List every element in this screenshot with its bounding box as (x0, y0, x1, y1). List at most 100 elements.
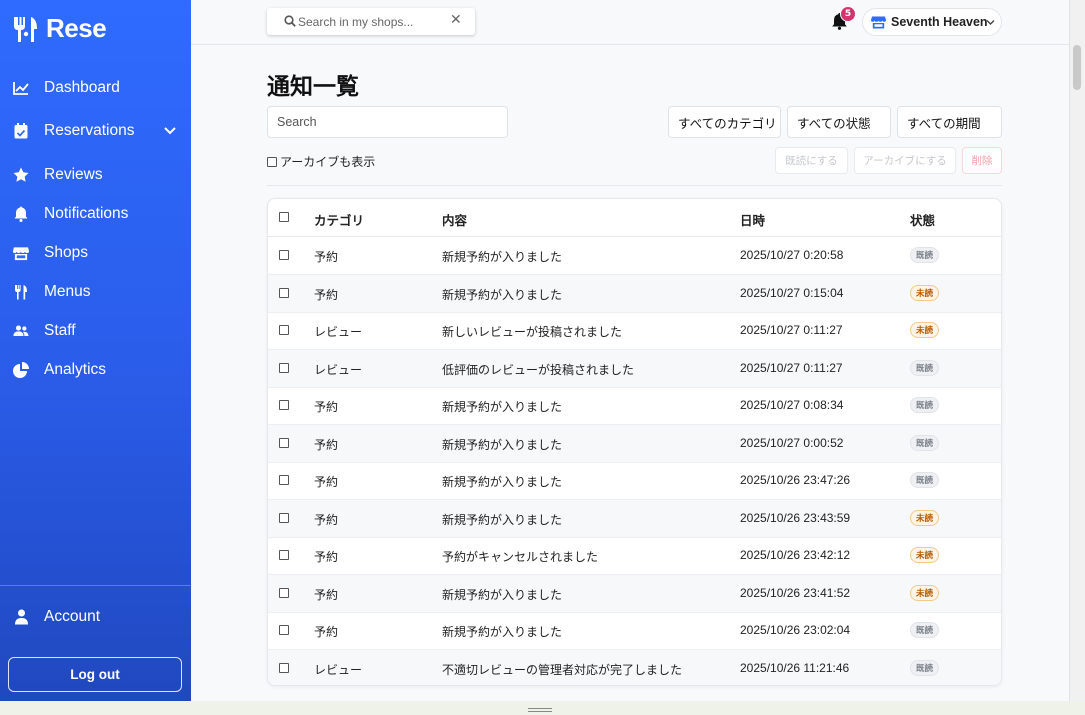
row-checkbox[interactable] (279, 662, 289, 673)
show-archived-toggle[interactable]: アーカイブも表示 (267, 153, 375, 170)
cell-datetime: 2025/10/27 0:00:52 (740, 435, 844, 450)
vertical-scrollbar[interactable] (1069, 0, 1085, 701)
cell-content: 新しいレビューが投稿されました (442, 325, 623, 339)
divider (267, 185, 1002, 186)
row-checkbox[interactable] (279, 587, 289, 598)
brand-name: Rese (46, 13, 107, 43)
notifications-table: カテゴリ 内容 日時 状態 予約 新規予約が入りました 2025/10/27 0:2… (267, 198, 1002, 686)
cell-content: 新規予約が入りました (442, 475, 563, 489)
cell-content: 新規予約が入りました (442, 437, 563, 452)
notification-search-input[interactable] (267, 106, 508, 138)
table-row[interactable]: 予約 新規予約が入りました 2025/10/27 0:00:52 既読 (268, 424, 1001, 463)
sidebar-item-label: Shops (44, 244, 88, 261)
column-header-category[interactable]: カテゴリ (314, 210, 364, 229)
cell-content: 新規予約が入りました (442, 512, 563, 527)
sidebar-item-account[interactable]: Account (0, 602, 191, 632)
logout-button[interactable]: Log out (8, 657, 182, 692)
select-all-checkbox[interactable] (279, 212, 289, 222)
cell-datetime: 2025/10/27 0:20:58 (740, 248, 844, 262)
table-row[interactable]: 予約 予約がキャンセルされました 2025/10/26 23:42:12 未読 (268, 537, 1001, 575)
sidebar-item-label: Dashboard (44, 79, 120, 96)
cell-datetime: 2025/10/26 23:41:52 (740, 585, 851, 600)
sidebar-item-label: Analytics (44, 361, 107, 378)
show-archived-checkbox[interactable] (267, 156, 277, 167)
status-badge: 既読 (910, 472, 940, 488)
sidebar-item-menus[interactable]: Menus (0, 277, 191, 307)
status-badge: 既読 (910, 659, 940, 676)
category-filter-select[interactable]: すべてのカテゴリ (668, 106, 781, 138)
brand[interactable]: Rese (12, 13, 107, 44)
row-checkbox[interactable] (279, 475, 289, 485)
sidebar-item-label: Reviews (44, 166, 103, 183)
shop-search-box[interactable]: ✕ (267, 8, 475, 35)
cell-content: 低評価のレビューが投稿されました (442, 362, 635, 377)
row-checkbox[interactable] (279, 250, 289, 260)
period-filter-select[interactable]: すべての期間 (897, 106, 1002, 138)
shop-search-input[interactable] (298, 13, 443, 30)
column-header-status[interactable]: 状態 (910, 210, 935, 229)
row-checkbox[interactable] (279, 437, 289, 448)
sidebar-item-label: Reservations (44, 122, 135, 139)
users-icon (13, 323, 29, 339)
sidebar-item-staff[interactable]: Staff (0, 316, 191, 346)
pie-chart-icon (13, 362, 29, 378)
status-filter-select[interactable]: すべての状態 (787, 106, 891, 138)
selected-shop-name: Seventh Heaven (891, 15, 988, 29)
delete-button[interactable]: 削除 (962, 147, 1002, 174)
table-row[interactable]: レビュー 不適切レビューの管理者対応が完了しました 2025/10/26 11:21… (268, 649, 1001, 685)
table-header: カテゴリ 内容 日時 状態 (268, 199, 1001, 237)
show-archived-label: アーカイブも表示 (280, 155, 376, 169)
column-header-content[interactable]: 内容 (442, 210, 467, 229)
cell-category: 予約 (314, 625, 339, 639)
row-checkbox[interactable] (279, 512, 289, 523)
main-content: ✕ 5 Seventh Heaven 通知一覧 すべてのカテゴリ すべての状態 … (191, 0, 1069, 701)
row-checkbox[interactable] (279, 325, 289, 335)
sidebar: Rese Dashboard Reservations Reviews Noti… (0, 0, 191, 701)
mark-read-button[interactable]: 既読にする (775, 147, 848, 174)
table-row[interactable]: 予約 新規予約が入りました 2025/10/27 0:15:04 未読 (268, 274, 1001, 313)
table-row[interactable]: 予約 新規予約が入りました 2025/10/26 23:02:04 既読 (268, 612, 1001, 650)
row-checkbox[interactable] (279, 287, 289, 298)
cell-category: レビュー (314, 362, 363, 377)
table-row[interactable]: レビュー 低評価のレビューが投稿されました 2025/10/27 0:11:27 既読 (268, 349, 1001, 388)
sidebar-item-analytics[interactable]: Analytics (0, 355, 191, 385)
column-header-datetime[interactable]: 日時 (740, 210, 765, 229)
sidebar-item-reservations[interactable]: Reservations (0, 116, 191, 146)
sidebar-item-shops[interactable]: Shops (0, 238, 191, 268)
row-checkbox[interactable] (279, 400, 289, 410)
sidebar-item-reviews[interactable]: Reviews (0, 160, 191, 190)
cell-datetime: 2025/10/27 0:11:27 (740, 360, 843, 375)
resize-grip-icon[interactable] (528, 708, 552, 714)
topbar: ✕ 5 Seventh Heaven (191, 0, 1069, 45)
cell-category: 予約 (314, 475, 339, 489)
cell-content: 新規予約が入りました (442, 625, 563, 639)
table-row[interactable]: 予約 新規予約が入りました 2025/10/26 23:43:59 未読 (268, 499, 1001, 538)
cell-category: 予約 (314, 587, 339, 602)
row-checkbox[interactable] (279, 550, 289, 560)
scrollbar-thumb[interactable] (1073, 45, 1081, 90)
table-row[interactable]: レビュー 新しいレビューが投稿されました 2025/10/27 0:11:27 未読 (268, 312, 1001, 350)
table-row[interactable]: 予約 新規予約が入りました 2025/10/27 0:08:34 既読 (268, 387, 1001, 425)
row-checkbox[interactable] (279, 625, 289, 635)
sidebar-divider (0, 585, 191, 586)
bell-icon (13, 206, 29, 222)
clear-search-icon[interactable]: ✕ (450, 12, 462, 28)
page-title: 通知一覧 (267, 74, 359, 100)
chevron-down-icon[interactable] (162, 123, 178, 139)
sidebar-item-notifications[interactable]: Notifications (0, 199, 191, 229)
table-row[interactable]: 予約 新規予約が入りました 2025/10/27 0:20:58 既読 (268, 237, 1001, 275)
notification-count-badge: 5 (840, 6, 856, 22)
status-badge: 既読 (910, 434, 940, 451)
cell-content: 新規予約が入りました (442, 287, 563, 302)
cell-datetime: 2025/10/26 23:43:59 (740, 510, 851, 525)
cell-content: 予約がキャンセルされました (442, 550, 599, 564)
cell-category: 予約 (314, 250, 339, 264)
archive-button[interactable]: アーカイブにする (854, 147, 956, 174)
table-row[interactable]: 予約 新規予約が入りました 2025/10/26 23:41:52 未読 (268, 574, 1001, 613)
table-row[interactable]: 予約 新規予約が入りました 2025/10/26 23:47:26 既読 (268, 462, 1001, 500)
chart-line-icon (13, 80, 29, 96)
sidebar-item-dashboard[interactable]: Dashboard (0, 73, 191, 103)
shop-selector[interactable]: Seventh Heaven (862, 8, 1002, 36)
store-icon (13, 245, 29, 261)
row-checkbox[interactable] (279, 362, 289, 373)
